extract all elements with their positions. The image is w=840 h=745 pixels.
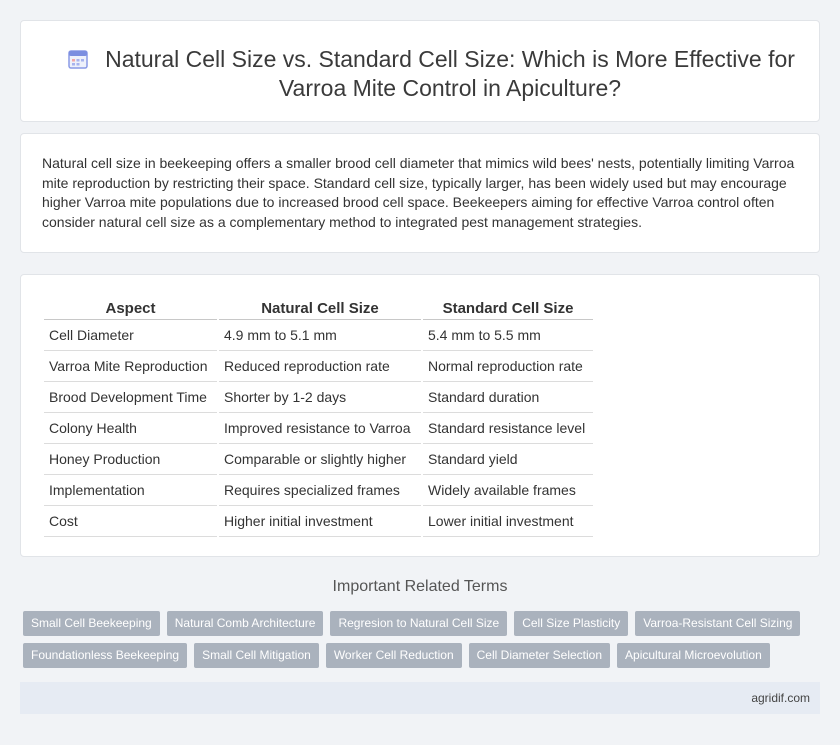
table-cell: Honey Production: [44, 444, 217, 475]
footer-site-link[interactable]: agridif.com: [751, 691, 810, 705]
tag-varroa-resistant-cell-sizing[interactable]: Varroa-Resistant Cell Sizing: [635, 611, 801, 636]
table-row: Implementation Requires specialized fram…: [44, 475, 593, 506]
related-terms-heading: Important Related Terms: [332, 578, 508, 595]
title-card: Natural Cell Size vs. Standard Cell Size…: [20, 20, 820, 122]
tag-row: Small Cell Beekeeping Natural Comb Archi…: [23, 611, 813, 636]
table-cell: Standard duration: [423, 382, 593, 413]
table-header-row: Aspect Natural Cell Size Standard Cell S…: [44, 295, 593, 320]
header-standard-cell-size: Standard Cell Size: [423, 295, 593, 320]
table-cell: Higher initial investment: [219, 506, 421, 537]
table-cell: Cell Diameter: [44, 320, 217, 351]
tag-apicultural-microevolution[interactable]: Apicultural Microevolution: [617, 643, 770, 668]
table-cell: Colony Health: [44, 413, 217, 444]
tag-small-cell-mitigation[interactable]: Small Cell Mitigation: [194, 643, 319, 668]
table-cell: 5.4 mm to 5.5 mm: [423, 320, 593, 351]
table-row: Cost Higher initial investment Lower ini…: [44, 506, 593, 537]
table-row: Cell Diameter 4.9 mm to 5.1 mm 5.4 mm to…: [44, 320, 593, 351]
table-cell: Varroa Mite Reproduction: [44, 351, 217, 382]
table-cell: Requires specialized frames: [219, 475, 421, 506]
header-aspect: Aspect: [44, 295, 217, 320]
table-cell: Cost: [44, 506, 217, 537]
page-title: Natural Cell Size vs. Standard Cell Size…: [105, 46, 795, 101]
tag-cell-size-plasticity[interactable]: Cell Size Plasticity: [514, 611, 629, 636]
table-cell: Comparable or slightly higher: [219, 444, 421, 475]
tag-cell-diameter-selection[interactable]: Cell Diameter Selection: [468, 643, 611, 668]
table-cell: Shorter by 1-2 days: [219, 382, 421, 413]
table-cell: 4.9 mm to 5.1 mm: [219, 320, 421, 351]
header-natural-cell-size: Natural Cell Size: [219, 295, 421, 320]
tag-row: Foundationless Beekeeping Small Cell Mit…: [23, 643, 813, 668]
table-cell: Standard yield: [423, 444, 593, 475]
comparison-card: Aspect Natural Cell Size Standard Cell S…: [20, 274, 820, 557]
table-cell: Standard resistance level: [423, 413, 593, 444]
intro-card: Natural cell size in beekeeping offers a…: [20, 133, 820, 253]
tag-foundationless-beekeeping[interactable]: Foundationless Beekeeping: [23, 643, 188, 668]
related-terms-list: Small Cell Beekeeping Natural Comb Archi…: [23, 611, 813, 675]
table-row: Honey Production Comparable or slightly …: [44, 444, 593, 475]
table-cell: Normal reproduction rate: [423, 351, 593, 382]
table-cell: Implementation: [44, 475, 217, 506]
footer: agridif.com: [20, 682, 820, 714]
table-row: Brood Development Time Shorter by 1-2 da…: [44, 382, 593, 413]
table-cell: Brood Development Time: [44, 382, 217, 413]
tag-regresion-to-natural-cell-size[interactable]: Regresion to Natural Cell Size: [330, 611, 508, 636]
tag-natural-comb-architecture[interactable]: Natural Comb Architecture: [166, 611, 324, 636]
table-cell: Improved resistance to Varroa: [219, 413, 421, 444]
tag-small-cell-beekeeping[interactable]: Small Cell Beekeeping: [23, 611, 160, 636]
table-cell: Widely available frames: [423, 475, 593, 506]
comparison-table: Aspect Natural Cell Size Standard Cell S…: [42, 295, 595, 537]
table-cell: Lower initial investment: [423, 506, 593, 537]
intro-paragraph: Natural cell size in beekeeping offers a…: [42, 155, 795, 230]
tag-worker-cell-reduction[interactable]: Worker Cell Reduction: [325, 643, 462, 668]
table-row: Varroa Mite Reproduction Reduced reprodu…: [44, 351, 593, 382]
table-row: Colony Health Improved resistance to Var…: [44, 413, 593, 444]
table-cell: Reduced reproduction rate: [219, 351, 421, 382]
calendar-icon: [68, 50, 88, 69]
